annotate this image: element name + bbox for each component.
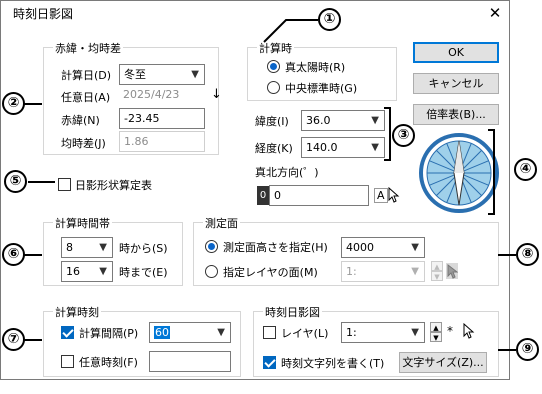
callout-6: ⑥	[2, 243, 25, 266]
callout-2: ②	[2, 92, 25, 115]
callout-lines	[24, 19, 516, 351]
callout-1: ①	[318, 8, 341, 31]
callout-8: ⑧	[516, 243, 539, 266]
callout-7: ⑦	[2, 328, 25, 351]
callout-9: ⑨	[516, 338, 539, 361]
callout-5: ⑤	[4, 170, 27, 193]
callout-4: ④	[514, 158, 537, 181]
callout-3: ③	[392, 124, 415, 147]
